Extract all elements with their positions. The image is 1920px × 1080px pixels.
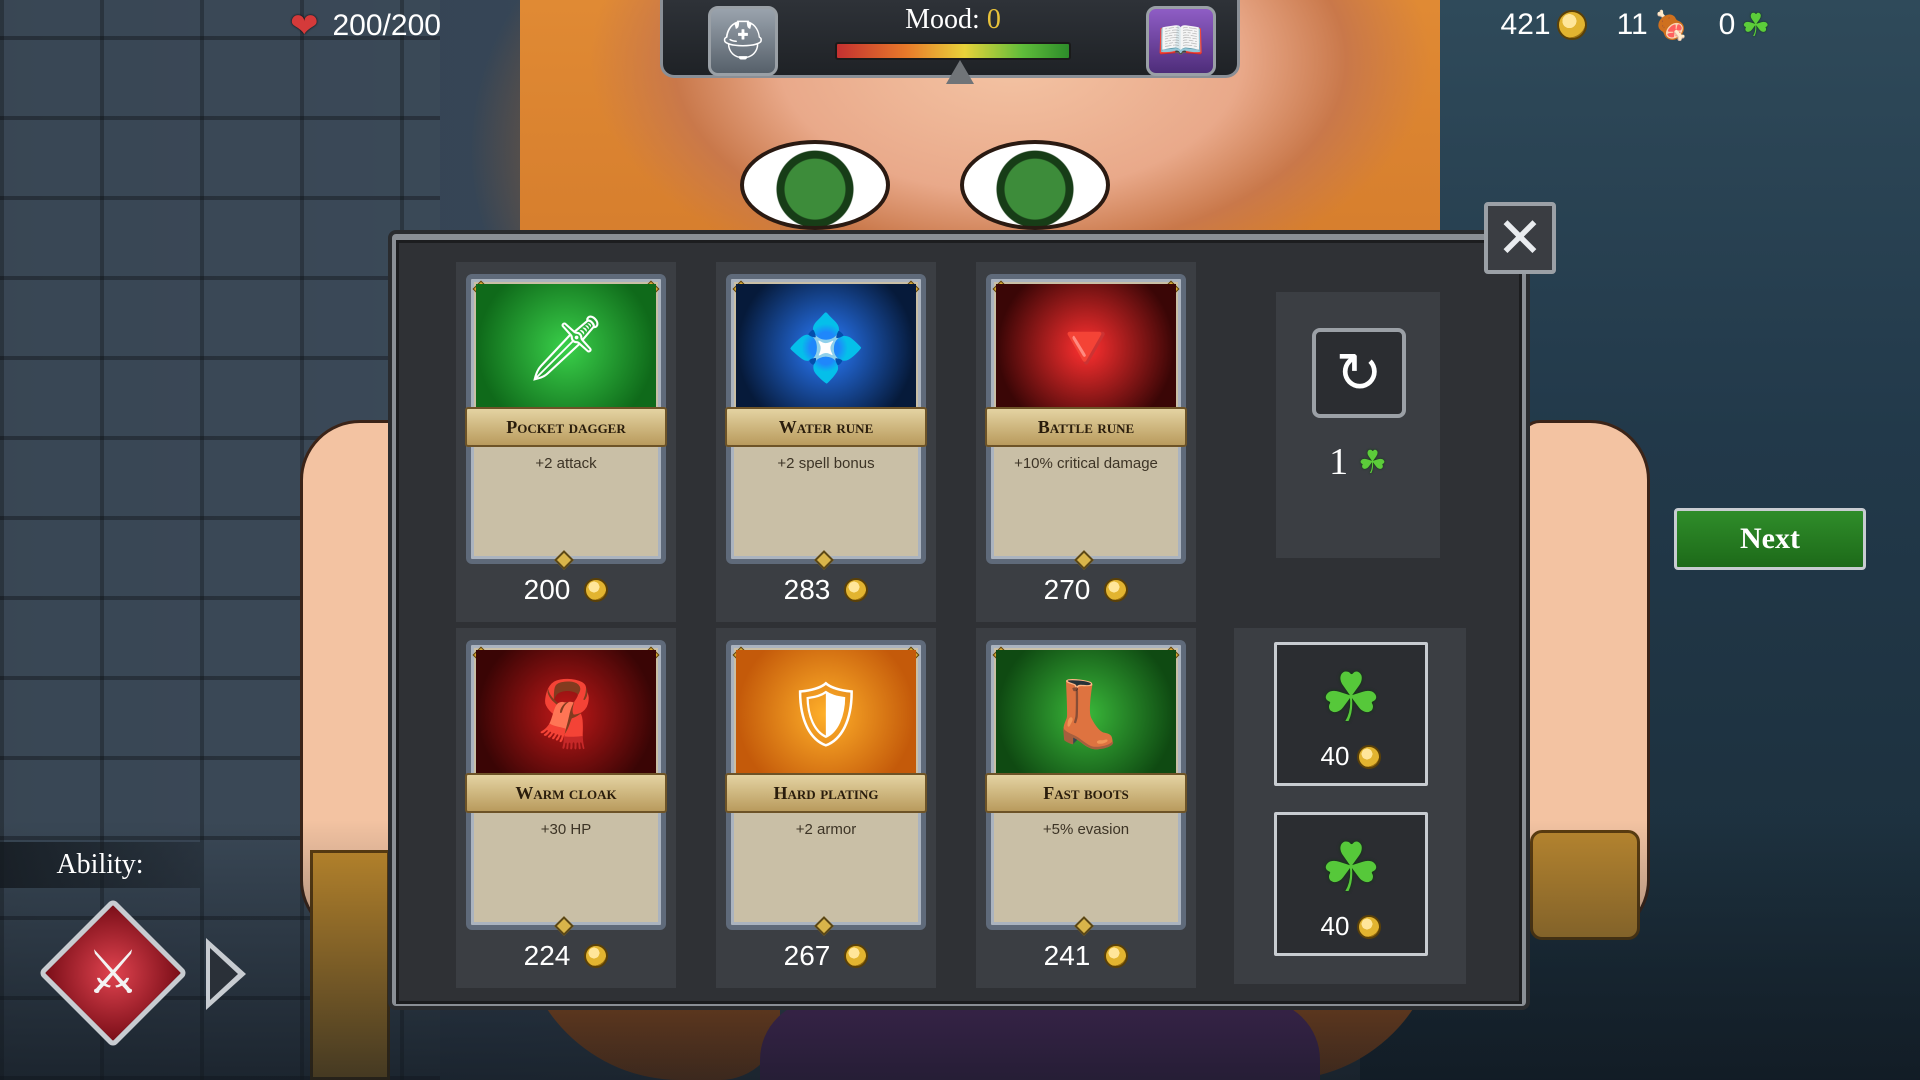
resource-bar: 421 11 🍖 0 ☘ [1501, 6, 1770, 44]
item-name: Pocket dagger [465, 407, 667, 447]
spellbook-icon[interactable]: 📖 [1146, 6, 1216, 76]
reroll-button[interactable]: ↻ [1312, 328, 1406, 418]
item-name: Fast boots [985, 773, 1187, 813]
shop-item-slot[interactable]: 👢 Fast boots +5% evasion 241 [976, 628, 1196, 988]
buy-clover-button[interactable]: ☘ 40 [1274, 812, 1428, 956]
item-price: 267 [716, 940, 936, 972]
chevron-right-icon-inner [210, 948, 238, 1000]
battle-rune-icon: 🔻 [996, 284, 1176, 414]
price-value: 224 [523, 940, 571, 971]
coin-icon [584, 944, 609, 968]
item-description: +10% critical damage [1014, 455, 1158, 472]
coin-icon [1357, 914, 1382, 939]
item-name: Hard plating [725, 773, 927, 813]
coin-icon [584, 578, 609, 602]
reroll-cost-value: 1 [1329, 441, 1349, 483]
reroll-cost: 1 ☘ [1276, 440, 1440, 484]
heart-icon: ❤ [290, 7, 319, 45]
item-description: +5% evasion [1042, 821, 1130, 838]
item-description: +2 spell bonus [777, 455, 875, 472]
clover-price: 40 [1277, 911, 1425, 942]
item-price: 224 [456, 940, 676, 972]
gold-counter: 421 [1501, 8, 1587, 42]
meat-icon: 🍖 [1653, 9, 1689, 41]
hp-value: 200/200 [332, 9, 441, 42]
price-value: 283 [783, 574, 831, 605]
clover-shop-panel: ☘ 40 ☘ 40 [1234, 628, 1466, 984]
item-name: Water rune [725, 407, 927, 447]
card-gem [554, 550, 574, 570]
coin-icon [1556, 10, 1587, 40]
dagger-icon: 🗡 [476, 284, 656, 414]
price-value: 241 [1043, 940, 1091, 971]
clover-price-value: 40 [1320, 911, 1350, 941]
item-card[interactable]: 👢 Fast boots +5% evasion [985, 640, 1187, 936]
merchant-eye [960, 140, 1110, 230]
card-gem [1074, 916, 1094, 936]
item-card[interactable]: 🔻 Battle rune +10% critical damage [985, 274, 1187, 570]
plating-icon: 🛡 [736, 650, 916, 780]
clover-icon: ☘ [1741, 7, 1770, 43]
item-description: +2 attack [535, 455, 597, 472]
next-button[interactable]: Next [1674, 508, 1866, 570]
clover-icon: ☘ [1320, 830, 1382, 906]
coin-icon [1357, 744, 1382, 769]
cloak-icon: 🧣 [476, 650, 656, 780]
next-label: Next [1740, 522, 1800, 555]
price-value: 200 [523, 574, 571, 605]
item-description: +30 HP [540, 821, 592, 838]
item-price: 200 [456, 574, 676, 606]
price-value: 267 [783, 940, 831, 971]
claw-slash-icon: ⚔ [86, 939, 140, 1006]
item-card[interactable]: 🧣 Warm cloak +30 HP [465, 640, 667, 936]
item-description: +2 armor [795, 821, 857, 838]
helmet-icon[interactable]: ⛑ [708, 6, 778, 76]
coin-icon [1104, 578, 1129, 602]
coin-icon [844, 578, 869, 602]
mood-pointer-icon [946, 60, 974, 84]
ability-label: Ability: [0, 842, 200, 888]
mood-meter [835, 42, 1071, 60]
water-rune-icon: 💠 [736, 284, 916, 414]
clover-icon: ☘ [1320, 660, 1382, 736]
clover-price-value: 40 [1320, 741, 1350, 771]
shop-item-slot[interactable]: 💠 Water rune +2 spell bonus 283 [716, 262, 936, 622]
clover-counter: 0 ☘ [1719, 6, 1770, 44]
price-value: 270 [1043, 574, 1091, 605]
item-card[interactable]: 🛡 Hard plating +2 armor [725, 640, 927, 936]
coin-icon [844, 944, 869, 968]
meat-counter: 11 🍖 [1617, 8, 1689, 42]
item-card[interactable]: 🗡 Pocket dagger +2 attack [465, 274, 667, 570]
gold-value: 421 [1500, 8, 1551, 41]
shop-item-slot[interactable]: 🔻 Battle rune +10% critical damage 270 [976, 262, 1196, 622]
shop-item-slot[interactable]: 🛡 Hard plating +2 armor 267 [716, 628, 936, 988]
item-price: 270 [976, 574, 1196, 606]
buy-clover-button[interactable]: ☘ 40 [1274, 642, 1428, 786]
merchant-eye [740, 140, 890, 230]
item-price: 283 [716, 574, 936, 606]
shop-item-slot[interactable]: 🧣 Warm cloak +30 HP 224 [456, 628, 676, 988]
refresh-icon: ↻ [1335, 341, 1383, 404]
meat-value: 11 [1616, 8, 1648, 41]
item-card[interactable]: 💠 Water rune +2 spell bonus [725, 274, 927, 570]
clover-price: 40 [1277, 741, 1425, 772]
coin-icon [1104, 944, 1129, 968]
shop-item-slot[interactable]: 🗡 Pocket dagger +2 attack 200 [456, 262, 676, 622]
hp-display: ❤ 200/200 [290, 6, 441, 46]
reroll-panel: ↻ 1 ☘ [1276, 292, 1440, 558]
mood-label-text: Mood: [905, 4, 980, 35]
card-gem [554, 916, 574, 936]
clover-value: 0 [1718, 8, 1736, 41]
close-button[interactable]: ✕ [1484, 202, 1556, 274]
clover-icon: ☘ [1358, 444, 1387, 480]
card-gem [814, 550, 834, 570]
boots-icon: 👢 [996, 650, 1176, 780]
mood-value: 0 [986, 4, 1001, 35]
card-gem [814, 916, 834, 936]
item-name: Battle rune [985, 407, 1187, 447]
card-gem [1074, 550, 1094, 570]
item-name: Warm cloak [465, 773, 667, 813]
item-price: 241 [976, 940, 1196, 972]
